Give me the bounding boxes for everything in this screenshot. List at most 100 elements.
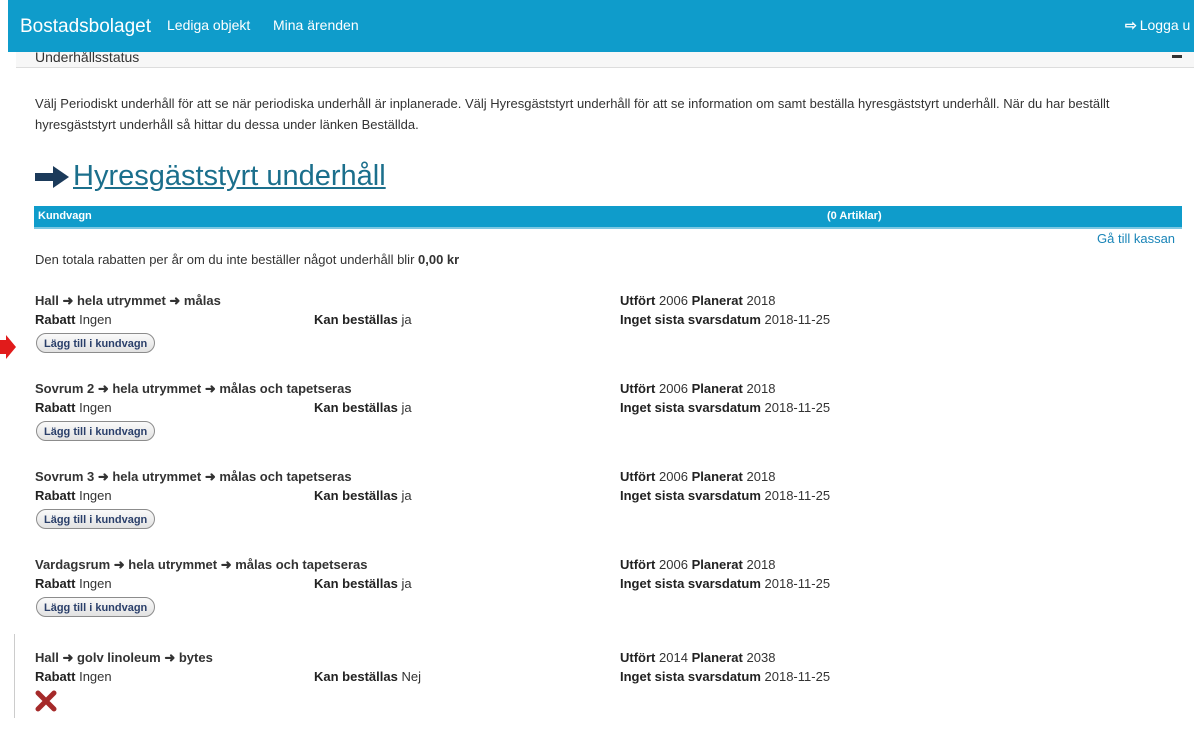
maintenance-item: Sovrum 2 ➜ hela utrymmet ➜ målas och tap… xyxy=(35,381,1185,465)
done-label: Utfört xyxy=(620,557,656,572)
item-dates: Utfört 2006 Planerat 2018 xyxy=(620,381,775,396)
planned-label: Planerat xyxy=(691,557,743,572)
item-discount: Rabatt Ingen xyxy=(35,576,112,591)
checkout-link[interactable]: Gå till kassan xyxy=(1097,231,1175,246)
item-deadline: Inget sista svarsdatum 2018-11-25 xyxy=(620,488,830,503)
section-title-link[interactable]: Hyresgäststyrt underhåll xyxy=(35,160,386,193)
item-dates: Utfört 2006 Planerat 2018 xyxy=(620,469,775,484)
discount-label: Rabatt xyxy=(35,312,76,327)
orderable-value: ja xyxy=(401,488,412,503)
add-to-cart-button[interactable]: Lägg till i kundvagn xyxy=(36,421,156,441)
done-year: 2014 xyxy=(659,650,688,665)
deadline-label: Inget sista svarsdatum xyxy=(620,312,761,327)
x-icon xyxy=(35,690,57,712)
logout-label: Logga u xyxy=(1139,17,1191,33)
nav-link-lediga-objekt[interactable]: Lediga objekt xyxy=(167,17,250,33)
cart-bar[interactable]: Kundvagn (0 Artiklar) xyxy=(34,206,1182,229)
discount-value: Ingen xyxy=(79,669,112,684)
item-orderable: Kan beställas ja xyxy=(314,312,412,327)
item-orderable: Kan beställas ja xyxy=(314,488,412,503)
deadline-label: Inget sista svarsdatum xyxy=(620,400,761,415)
orderable-value: ja xyxy=(401,312,412,327)
orderable-value: ja xyxy=(401,576,412,591)
orderable-label: Kan beställas xyxy=(314,400,398,415)
planned-label: Planerat xyxy=(691,650,743,665)
orderable-label: Kan beställas xyxy=(314,669,398,684)
deadline-label: Inget sista svarsdatum xyxy=(620,488,761,503)
planned-label: Planerat xyxy=(691,293,743,308)
done-label: Utfört xyxy=(620,381,656,396)
minus-icon[interactable] xyxy=(1172,55,1182,58)
done-year: 2006 xyxy=(659,469,688,484)
discount-summary: Den totala rabatten per år om du inte be… xyxy=(35,252,459,267)
item-deadline: Inget sista svarsdatum 2018-11-25 xyxy=(620,400,830,415)
done-label: Utfört xyxy=(620,293,656,308)
maintenance-item: Hall ➜ hela utrymmet ➜ målas Utfört 2006… xyxy=(35,293,1185,377)
navbar: Bostadsbolaget Lediga objekt Mina ärende… xyxy=(8,0,1194,52)
deadline-date: 2018-11-25 xyxy=(764,312,831,327)
item-dates: Utfört 2006 Planerat 2018 xyxy=(620,557,775,572)
item-dates: Utfört 2006 Planerat 2018 xyxy=(620,293,775,308)
discount-label: Rabatt xyxy=(35,669,76,684)
deadline-label: Inget sista svarsdatum xyxy=(620,669,761,684)
panel-title: Underhållsstatus xyxy=(35,52,140,65)
item-orderable: Kan beställas Nej xyxy=(314,669,421,684)
panel-header[interactable]: Underhållsstatus xyxy=(16,52,1194,68)
orderable-label: Kan beställas xyxy=(314,488,398,503)
item-dates: Utfört 2014 Planerat 2038 xyxy=(620,650,775,665)
add-to-cart-button[interactable]: Lägg till i kundvagn xyxy=(36,597,156,617)
deadline-date: 2018-11-25 xyxy=(764,488,831,503)
done-label: Utfört xyxy=(620,469,656,484)
done-year: 2006 xyxy=(659,293,688,308)
item-orderable: Kan beställas ja xyxy=(314,576,412,591)
maintenance-item: Hall ➜ golv linoleum ➜ bytes Utfört 2014… xyxy=(35,650,1185,734)
done-year: 2006 xyxy=(659,381,688,396)
item-title: Sovrum 2 ➜ hela utrymmet ➜ målas och tap… xyxy=(35,381,352,396)
item-title: Hall ➜ golv linoleum ➜ bytes xyxy=(35,650,213,665)
discount-value: Ingen xyxy=(79,312,112,327)
maintenance-item: Vardagsrum ➜ hela utrymmet ➜ målas och t… xyxy=(35,557,1185,641)
brand-link[interactable]: Bostadsbolaget xyxy=(20,16,151,38)
planned-year: 2018 xyxy=(746,293,776,308)
planned-label: Planerat xyxy=(691,469,743,484)
item-title: Hall ➜ hela utrymmet ➜ målas xyxy=(35,293,221,308)
deadline-date: 2018-11-25 xyxy=(764,669,831,684)
orderable-label: Kan beställas xyxy=(314,576,398,591)
section-title: Hyresgäststyrt underhåll xyxy=(73,160,386,192)
discount-text: Den totala rabatten per år om du inte be… xyxy=(35,252,419,267)
red-arrow-icon xyxy=(0,335,16,359)
discount-amount: 0,00 kr xyxy=(418,252,460,267)
deadline-date: 2018-11-25 xyxy=(764,400,831,415)
orderable-value: Nej xyxy=(401,669,421,684)
discount-label: Rabatt xyxy=(35,400,76,415)
deadline-label: Inget sista svarsdatum xyxy=(620,576,761,591)
add-to-cart-button[interactable]: Lägg till i kundvagn xyxy=(36,509,156,529)
discount-label: Rabatt xyxy=(35,576,76,591)
done-label: Utfört xyxy=(620,650,656,665)
cart-count: (0 Artiklar) xyxy=(827,210,882,222)
discount-value: Ingen xyxy=(79,400,112,415)
logout-icon: ⇨ xyxy=(1125,17,1137,33)
add-to-cart-button[interactable]: Lägg till i kundvagn xyxy=(36,333,156,353)
discount-value: Ingen xyxy=(79,488,112,503)
planned-year: 2018 xyxy=(746,469,776,484)
maintenance-item: Sovrum 3 ➜ hela utrymmet ➜ målas och tap… xyxy=(35,469,1185,553)
item-title: Sovrum 3 ➜ hela utrymmet ➜ målas och tap… xyxy=(35,469,352,484)
logout-link[interactable]: ⇨ Logga u xyxy=(1125,17,1190,34)
orderable-label: Kan beställas xyxy=(314,312,398,327)
item-orderable: Kan beställas ja xyxy=(314,400,412,415)
deadline-date: 2018-11-25 xyxy=(764,576,831,591)
item-deadline: Inget sista svarsdatum 2018-11-25 xyxy=(620,669,830,684)
intro-text: Välj Periodiskt underhåll för att se när… xyxy=(35,96,1110,132)
planned-year: 2018 xyxy=(746,557,776,572)
divider xyxy=(14,634,15,718)
item-title: Vardagsrum ➜ hela utrymmet ➜ målas och t… xyxy=(35,557,368,572)
planned-label: Planerat xyxy=(691,381,743,396)
item-discount: Rabatt Ingen xyxy=(35,400,112,415)
discount-value: Ingen xyxy=(79,576,112,591)
item-discount: Rabatt Ingen xyxy=(35,669,112,684)
nav-link-mina-arenden[interactable]: Mina ärenden xyxy=(273,17,359,33)
item-discount: Rabatt Ingen xyxy=(35,488,112,503)
item-deadline: Inget sista svarsdatum 2018-11-25 xyxy=(620,312,830,327)
orderable-value: ja xyxy=(401,400,412,415)
